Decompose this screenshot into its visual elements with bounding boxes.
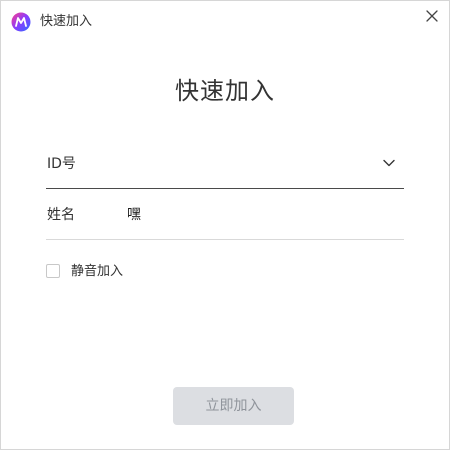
- quick-join-window: 快速加入 快速加入 ID号 姓名 嘿 静音加入 立即加入: [0, 0, 450, 450]
- close-icon[interactable]: [421, 5, 443, 27]
- name-field-label: 姓名: [47, 207, 75, 223]
- name-field[interactable]: 姓名 嘿: [46, 191, 404, 240]
- mute-join-label: 静音加入: [71, 264, 124, 279]
- chevron-down-icon[interactable]: [382, 156, 396, 170]
- title-bar: 快速加入: [1, 1, 449, 41]
- app-logo-icon: [11, 12, 31, 32]
- mute-join-checkbox[interactable]: [46, 264, 60, 278]
- id-field[interactable]: ID号: [46, 140, 404, 189]
- window-title: 快速加入: [40, 14, 93, 29]
- page-title: 快速加入: [175, 77, 275, 105]
- id-field-label: ID号: [47, 156, 76, 172]
- name-field-value[interactable]: 嘿: [127, 206, 141, 224]
- join-now-button[interactable]: 立即加入: [173, 387, 294, 425]
